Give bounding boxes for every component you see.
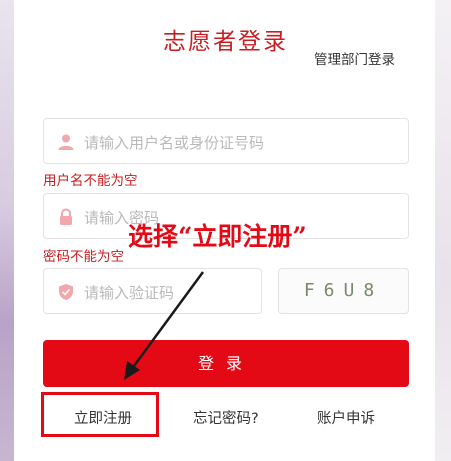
annotation-text: 选择“立即注册”: [128, 222, 307, 251]
username-input[interactable]: 请输入用户名或身份证号码: [84, 132, 264, 153]
shield-icon: [57, 283, 75, 301]
manager-login-link[interactable]: 管理部门登录: [314, 48, 395, 68]
login-button[interactable]: 登录: [43, 340, 409, 387]
forgot-password-link[interactable]: 忘记密码?: [193, 407, 259, 428]
captcha-input[interactable]: 请输入验证码: [84, 282, 174, 303]
user-icon: [57, 133, 75, 151]
username-field[interactable]: 请输入用户名或身份证号码: [43, 118, 409, 164]
background-right: [435, 0, 451, 461]
username-error: 用户名不能为空: [43, 173, 138, 189]
captcha-field[interactable]: 请输入验证码: [43, 268, 262, 314]
register-highlight-box: [41, 392, 159, 437]
captcha-image[interactable]: F6U8: [278, 268, 409, 314]
lock-icon: [57, 208, 75, 226]
password-error: 密码不能为空: [43, 249, 124, 265]
account-appeal-link[interactable]: 账户申诉: [317, 407, 375, 428]
